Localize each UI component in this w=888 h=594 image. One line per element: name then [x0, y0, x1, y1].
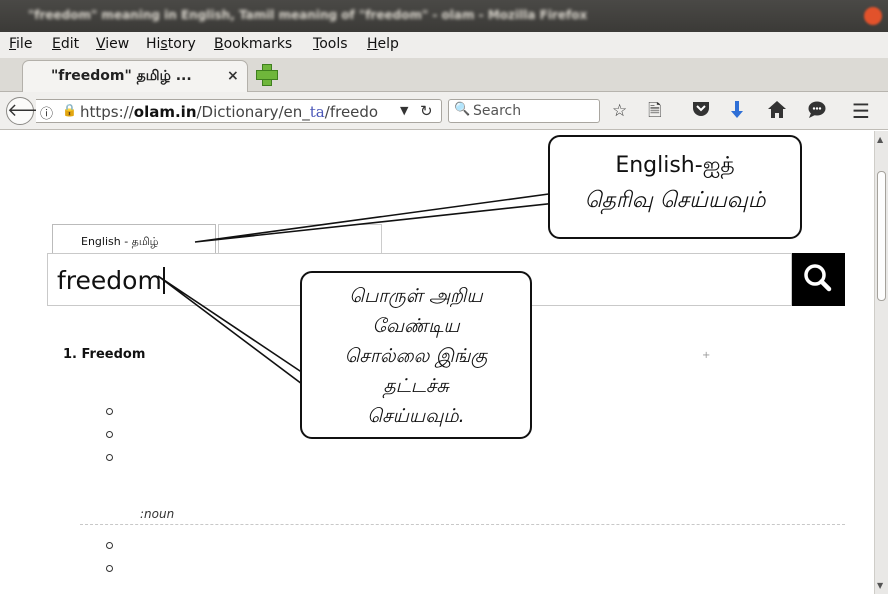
search-input[interactable]: [473, 102, 593, 120]
callout-select-english: English-ஐத் தெரிவு செய்யவும்: [548, 135, 802, 239]
tab-freedom[interactable]: "freedom" தமிழ் ... ×: [22, 60, 248, 93]
callout-line: சொல்லை இங்கு: [344, 345, 488, 367]
home-icon[interactable]: [768, 101, 786, 123]
menu-view[interactable]: View: [96, 36, 129, 52]
chat-bubble-icon[interactable]: [808, 101, 826, 123]
back-arrow-icon[interactable]: 🡐: [6, 97, 55, 125]
search-box[interactable]: 🔍: [448, 99, 600, 123]
menu-bookmarks[interactable]: Bookmarks: [214, 36, 292, 52]
url-bar[interactable]: ⓘ 🔒 https://olam.in/Dictionary/en_ta/fre…: [36, 99, 442, 123]
tab-title: "freedom" தமிழ் ...: [51, 68, 192, 84]
navigation-bar: 🡐 ⓘ 🔒 https://olam.in/Dictionary/en_ta/f…: [0, 92, 888, 130]
reading-list-icon[interactable]: 🗎: [648, 101, 662, 121]
lock-icon: 🔒: [62, 103, 77, 117]
info-shield-icon[interactable]: ⓘ: [40, 103, 53, 122]
window-titlebar: "freedom" meaning in English, Tamil mean…: [0, 0, 888, 32]
menu-edit[interactable]: Edit: [52, 36, 79, 52]
callout-line: தட்டச்சு: [383, 375, 449, 397]
star-icon[interactable]: ☆: [612, 101, 627, 121]
pocket-icon[interactable]: [692, 101, 710, 122]
menu-file[interactable]: File: [9, 36, 32, 52]
callout-type-word: பொருள் அறிய வேண்டிய சொல்லை இங்கு தட்டச்ச…: [300, 271, 532, 439]
hamburger-menu-icon[interactable]: ☰: [852, 101, 870, 121]
page-content: English - தமிழ் freedom 1. Freedom + :no…: [0, 131, 874, 594]
callout-line: வேண்டிய: [372, 315, 460, 337]
search-engine-icon[interactable]: 🔍: [454, 102, 470, 117]
callout-line: தெரிவு செய்யவும்: [584, 188, 766, 213]
scrollbar-thumb[interactable]: [877, 171, 886, 301]
vertical-scrollbar[interactable]: ▲ ▼: [874, 131, 888, 594]
menu-tools[interactable]: Tools: [313, 36, 348, 52]
url-dropdown-icon[interactable]: ▼: [400, 104, 408, 117]
scroll-up-icon[interactable]: ▲: [877, 135, 883, 144]
menu-history[interactable]: History: [146, 36, 196, 52]
callout-line: பொருள் அறிய: [349, 285, 483, 307]
window-close-button[interactable]: [864, 7, 882, 25]
tab-strip: "freedom" தமிழ் ... ×: [0, 58, 888, 93]
window-title: "freedom" meaning in English, Tamil mean…: [28, 8, 588, 22]
menu-bar: File Edit View History Bookmarks Tools H…: [0, 32, 888, 58]
callout-line: செய்யவும்.: [367, 405, 465, 427]
tab-close-icon[interactable]: ×: [227, 68, 239, 84]
reload-icon[interactable]: ↻: [420, 102, 433, 120]
new-tab-plus-icon[interactable]: [256, 64, 278, 86]
url-text[interactable]: https://olam.in/Dictionary/en_ta/freedo: [80, 103, 378, 121]
callout-line: English-ஐத்: [615, 153, 735, 178]
download-arrow-icon[interactable]: [730, 101, 744, 124]
menu-help[interactable]: Help: [367, 36, 399, 52]
scroll-down-icon[interactable]: ▼: [877, 581, 883, 590]
